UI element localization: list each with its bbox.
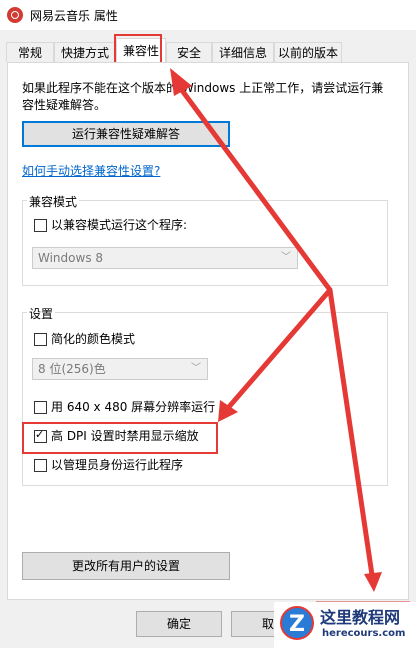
- watermark-title: 这里教程网: [320, 608, 401, 627]
- arrow-head-to-bottom: [364, 572, 382, 592]
- watermark-url: herecours.com: [322, 628, 406, 639]
- arrow-head-to-tab: [170, 68, 192, 96]
- arrow-line-to-tab: [175, 82, 333, 293]
- arrow-line-to-bottom: [327, 287, 375, 578]
- watermark-logo: Z: [280, 606, 314, 640]
- watermark: Z 这里教程网 herecours.com: [274, 602, 416, 648]
- annotation-arrows: [170, 68, 410, 605]
- arrow-line-to-dpi: [225, 287, 333, 411]
